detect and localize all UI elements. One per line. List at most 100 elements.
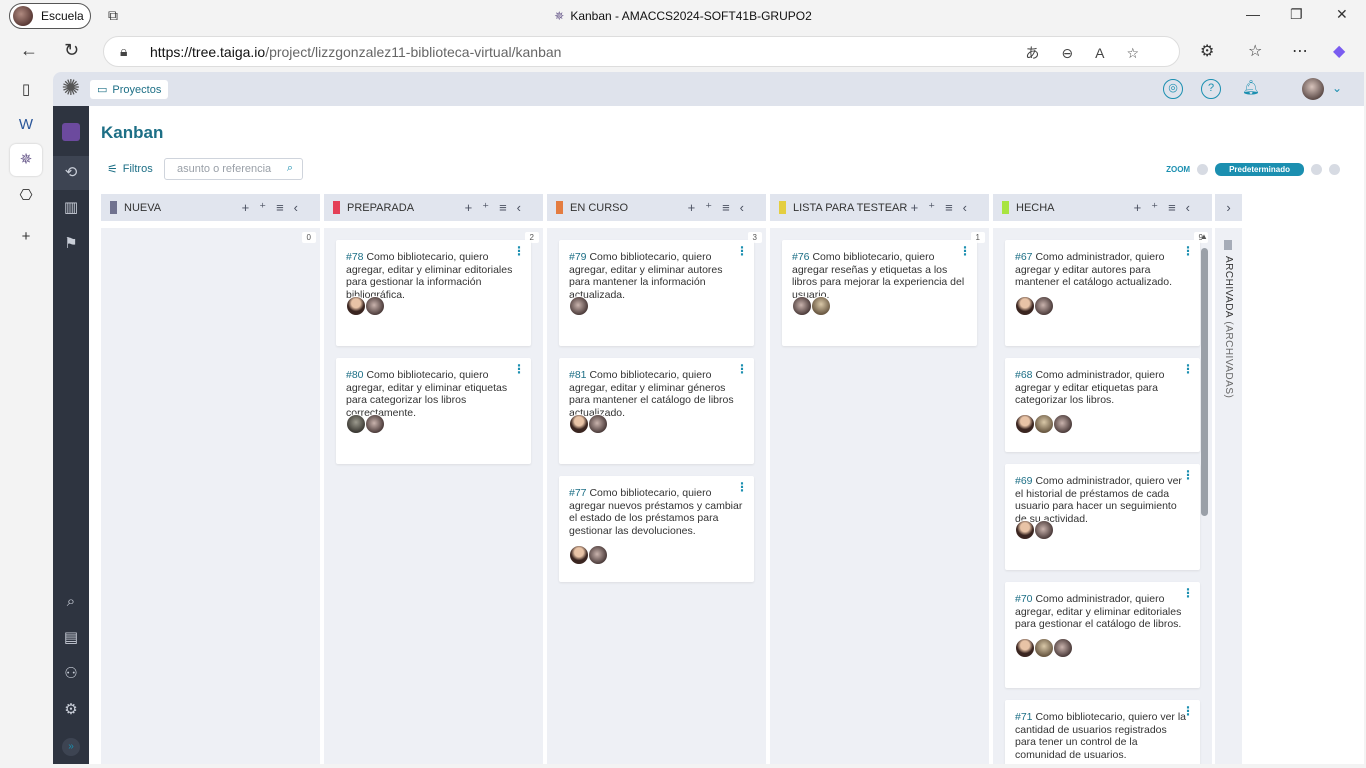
user-story-card[interactable]: ⋮ #70 Como administrador, quiero agregar,… <box>1005 582 1200 688</box>
taiga-logo-icon[interactable]: ✺ <box>59 75 83 103</box>
user-story-card[interactable]: ⋮ #71 Como bibliotecario, quiero ver la c… <box>1005 700 1200 764</box>
sidebar-item-kanban[interactable]: ⟲ <box>53 156 89 190</box>
project-icon[interactable] <box>62 123 80 141</box>
card-menu-icon[interactable]: ⋮ <box>1182 705 1194 718</box>
card-ref[interactable]: #79 <box>569 251 587 263</box>
favorites-icon[interactable]: ☆ <box>1248 41 1262 61</box>
copilot-icon[interactable]: ◆ <box>1333 41 1345 61</box>
zoom-level-3[interactable] <box>1311 164 1322 175</box>
card-ref[interactable]: #80 <box>346 369 364 381</box>
word-icon[interactable]: W <box>14 113 38 137</box>
scroll-up-icon[interactable]: ▲ <box>1200 232 1208 241</box>
chevron-down-icon[interactable]: ⌄ <box>1332 81 1342 95</box>
help-icon[interactable]: ? <box>1201 79 1221 99</box>
card-menu-icon[interactable]: ⋮ <box>959 245 971 258</box>
card-menu-icon[interactable]: ⋮ <box>1182 587 1194 600</box>
sidebar-wiki-icon[interactable]: ▤ <box>61 628 81 648</box>
scroll-thumb[interactable] <box>1201 248 1208 516</box>
search-icon[interactable]: ⌕ <box>287 162 293 175</box>
assignee-avatar[interactable] <box>1034 520 1054 541</box>
user-story-card[interactable]: ⋮ #76 Como bibliotecario, quiero agregar … <box>782 240 977 346</box>
assignee-avatar[interactable] <box>365 414 385 435</box>
archived-label[interactable]: ARCHIVADA (ARCHIVADAS) <box>1223 256 1234 398</box>
column-actions[interactable]: +⁺≡‹ <box>688 200 754 216</box>
minimize-icon[interactable]: — <box>1246 6 1260 22</box>
add-icon[interactable]: + <box>14 225 38 249</box>
discover-icon[interactable]: ◎ <box>1163 79 1183 99</box>
column-scrollbar[interactable]: ▲▼ <box>1199 228 1209 764</box>
column-actions[interactable]: +⁺≡‹ <box>242 200 308 216</box>
user-avatar[interactable] <box>1302 78 1324 100</box>
more-icon[interactable]: ⋯ <box>1292 41 1308 61</box>
user-story-card[interactable]: ⋮ #81 Como bibliotecario, quiero agregar,… <box>559 358 754 464</box>
assignee-avatar[interactable] <box>1015 638 1035 659</box>
sidebar-team-icon[interactable]: ⚇ <box>61 664 81 684</box>
sidebar-search-icon[interactable]: ⌕ <box>61 592 81 612</box>
assignee-avatar[interactable] <box>1034 414 1054 435</box>
column-actions[interactable]: +⁺≡‹ <box>465 200 531 216</box>
card-ref[interactable]: #78 <box>346 251 364 263</box>
user-story-card[interactable]: ⋮ #68 Como administrador, quiero agregar … <box>1005 358 1200 452</box>
assignee-avatar[interactable] <box>1015 296 1035 317</box>
assignee-avatar[interactable] <box>588 544 608 565</box>
extensions-icon[interactable]: ⚙ <box>1200 41 1214 61</box>
assignee-avatar[interactable] <box>346 414 366 435</box>
openai-icon[interactable]: ⎔ <box>14 184 38 208</box>
card-ref[interactable]: #81 <box>569 369 587 381</box>
card-menu-icon[interactable]: ⋮ <box>736 481 748 494</box>
filters-button[interactable]: ⚟ Filtros <box>107 162 153 176</box>
maximize-icon[interactable]: ❐ <box>1290 6 1303 23</box>
user-story-card[interactable]: ⋮ #67 Como administrador, quiero agregar … <box>1005 240 1200 346</box>
sidebar-expand-icon[interactable]: » <box>62 738 80 756</box>
card-menu-icon[interactable]: ⋮ <box>513 363 525 376</box>
user-story-card[interactable]: ⋮ #69 Como administrador, quiero ver el h… <box>1005 464 1200 570</box>
card-ref[interactable]: #77 <box>569 487 587 499</box>
user-story-card[interactable]: ⋮ #78 Como bibliotecario, quiero agregar,… <box>336 240 531 346</box>
card-ref[interactable]: #69 <box>1015 475 1033 487</box>
assignee-avatar[interactable] <box>569 544 589 565</box>
zoom-level-1[interactable] <box>1197 164 1209 175</box>
assignee-avatar[interactable] <box>1034 638 1054 659</box>
card-ref[interactable]: #67 <box>1015 251 1033 263</box>
close-icon[interactable]: ✕ <box>1336 6 1348 23</box>
zoom-level-default[interactable]: Predeterminado <box>1215 163 1304 176</box>
assignee-avatar[interactable] <box>346 296 366 317</box>
address-bar-icons[interactable]: あ⊖A☆ <box>1025 43 1161 63</box>
card-ref[interactable]: #68 <box>1015 369 1033 381</box>
reload-icon[interactable]: ↻ <box>64 40 79 61</box>
user-story-card[interactable]: ⋮ #77 Como bibliotecario, quiero agregar … <box>559 476 754 582</box>
taiga-tab-icon[interactable]: ✵ <box>10 144 42 176</box>
card-menu-icon[interactable]: ⋮ <box>1182 363 1194 376</box>
user-story-card[interactable]: ⋮ #80 Como bibliotecario, quiero agregar,… <box>336 358 531 464</box>
back-icon[interactable]: ← <box>20 40 38 61</box>
sidebar-item-backlog[interactable]: ▥ <box>61 198 81 218</box>
user-story-card[interactable]: ⋮ #79 Como bibliotecario, quiero agregar,… <box>559 240 754 346</box>
sidebar-settings-icon[interactable]: ⚙ <box>61 700 81 720</box>
card-menu-icon[interactable]: ⋮ <box>736 363 748 376</box>
tab-panel-icon[interactable]: ▯ <box>14 78 38 102</box>
assignee-avatar[interactable] <box>1053 638 1073 659</box>
breadcrumb[interactable]: ▭ Proyectos <box>90 80 169 99</box>
sidebar-item-epics[interactable]: ⚑ <box>61 234 81 254</box>
card-ref[interactable]: #71 <box>1015 711 1033 723</box>
card-menu-icon[interactable]: ⋮ <box>513 245 525 258</box>
card-ref[interactable]: #76 <box>792 251 810 263</box>
assignee-avatar[interactable] <box>811 296 831 317</box>
lock-icon[interactable]: 🔒︎ <box>120 43 127 60</box>
bell-icon[interactable]: 🔔︎ <box>1242 79 1260 96</box>
card-menu-icon[interactable]: ⋮ <box>1182 469 1194 482</box>
card-menu-icon[interactable]: ⋮ <box>736 245 748 258</box>
assignee-avatar[interactable] <box>1034 296 1054 317</box>
assignee-avatar[interactable] <box>569 296 589 317</box>
assignee-avatar[interactable] <box>1053 414 1073 435</box>
assignee-avatar[interactable] <box>588 414 608 435</box>
assignee-avatar[interactable] <box>1015 414 1035 435</box>
card-menu-icon[interactable]: ⋮ <box>1182 245 1194 258</box>
column-actions[interactable]: +⁺≡‹ <box>1134 200 1200 216</box>
assignee-avatar[interactable] <box>365 296 385 317</box>
archived-expand-icon[interactable]: › <box>1215 194 1242 221</box>
card-ref[interactable]: #70 <box>1015 593 1033 605</box>
search-input[interactable]: asunto o referencia ⌕ <box>164 158 303 180</box>
zoom-level-4[interactable] <box>1329 164 1340 175</box>
address-bar[interactable]: 🔒︎ https://tree.taiga.io/project/lizzgon… <box>103 36 1180 67</box>
